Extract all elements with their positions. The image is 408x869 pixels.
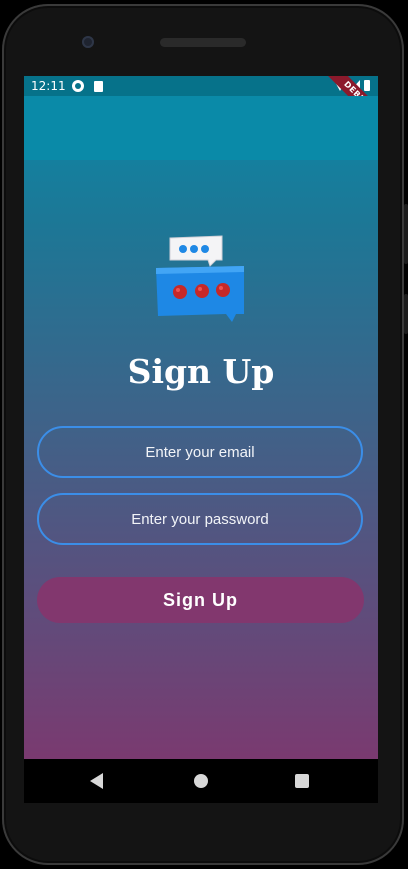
battery-icon [364,80,370,91]
front-camera [82,36,94,48]
password-input[interactable] [37,493,363,545]
back-triangle-icon[interactable] [90,773,103,789]
status-notification-icon [72,80,84,92]
status-time: 12:11 [31,79,66,93]
power-button [404,294,408,334]
volume-button [404,204,408,264]
app-screen: 12:11 DEBUG Sign Up Sign Up [24,76,378,759]
earpiece-speaker [160,38,246,47]
android-nav-bar [24,759,378,803]
status-bar: 12:11 [24,76,378,96]
app-bar [24,96,378,160]
home-circle-icon[interactable] [194,774,208,788]
recents-square-icon[interactable] [295,774,309,788]
page-title: Sign Up [127,352,275,391]
sign-up-button[interactable]: Sign Up [37,577,364,623]
chat-bubbles-icon [156,235,244,322]
sd-card-icon [94,81,103,92]
email-input[interactable] [37,426,363,478]
